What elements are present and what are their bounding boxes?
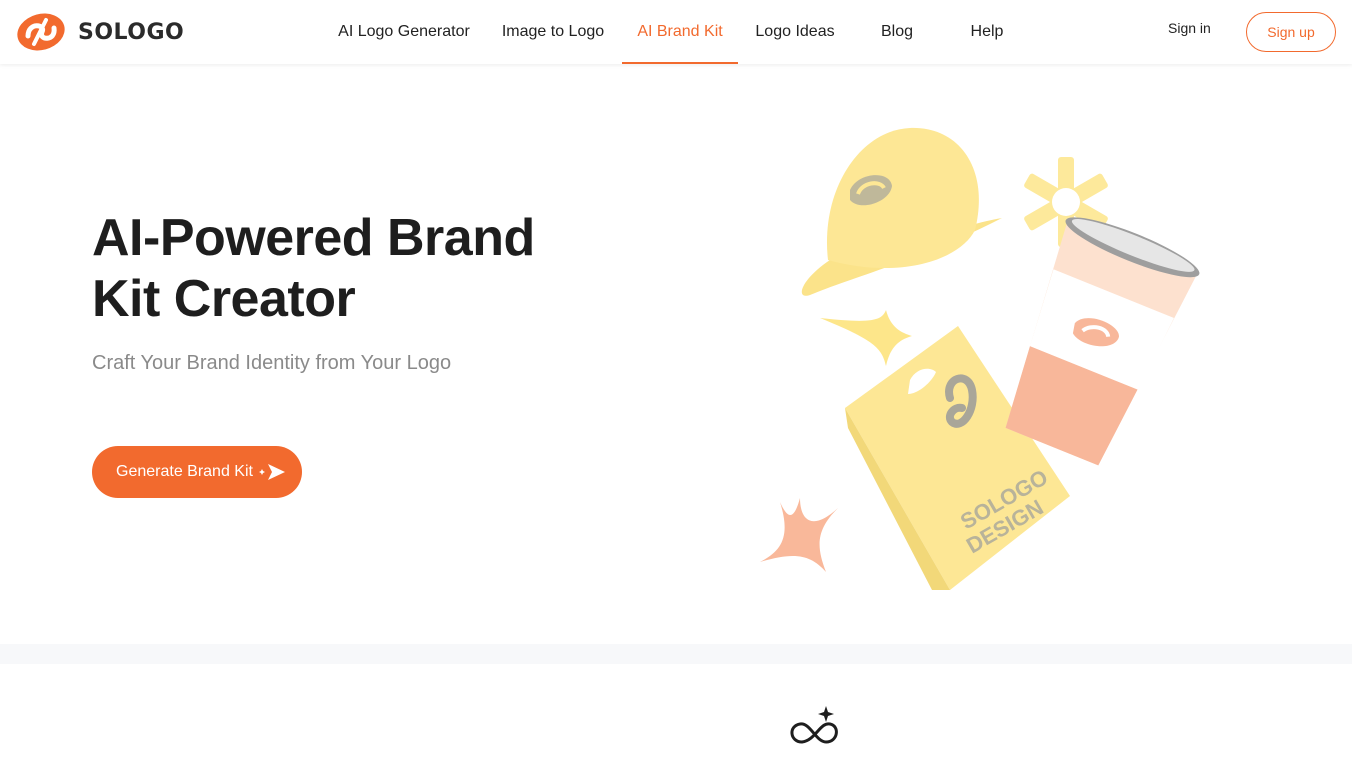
cap-icon bbox=[801, 127, 1002, 296]
sparkle-star-orange-icon bbox=[760, 498, 838, 572]
nav-item-blog[interactable]: Blog bbox=[852, 0, 942, 64]
hero-subtitle: Craft Your Brand Identity from Your Logo bbox=[92, 352, 452, 374]
main-nav: AI Logo Generator Image to Logo AI Brand… bbox=[322, 0, 1032, 64]
hero-title-line-2: Kit Creator bbox=[92, 270, 356, 328]
section-divider bbox=[0, 644, 1352, 664]
hero-title-line-1: AI-Powered Brand bbox=[92, 209, 535, 267]
hero-title: AI-Powered Brand Kit Creator bbox=[92, 208, 572, 330]
brand-name: SOLOGO bbox=[78, 19, 185, 45]
brand-logo-link[interactable]: SOLOGO bbox=[16, 12, 184, 52]
nav-item-image-to-logo[interactable]: Image to Logo bbox=[486, 0, 620, 64]
sologo-logo-icon bbox=[17, 13, 65, 51]
top-navigation-bar: SOLOGO AI Logo Generator Image to Logo A… bbox=[0, 0, 1352, 64]
brand-merch-illustration: SOLOGO DESIGN bbox=[760, 127, 1200, 590]
sparkle-star-icon bbox=[820, 310, 912, 366]
send-sparkle-icon bbox=[259, 464, 285, 480]
sign-up-button[interactable]: Sign up bbox=[1246, 12, 1336, 52]
nav-item-ai-brand-kit[interactable]: AI Brand Kit bbox=[622, 0, 738, 64]
nav-item-ai-logo-generator[interactable]: AI Logo Generator bbox=[322, 0, 486, 64]
infinity-sparkle-icon bbox=[790, 706, 838, 744]
generate-brand-kit-label: Generate Brand Kit bbox=[116, 463, 253, 480]
nav-item-help[interactable]: Help bbox=[942, 0, 1032, 64]
sign-in-link[interactable]: Sign in bbox=[1168, 20, 1211, 36]
nav-item-logo-ideas[interactable]: Logo Ideas bbox=[738, 0, 852, 64]
generate-brand-kit-button[interactable]: Generate Brand Kit bbox=[92, 446, 302, 498]
